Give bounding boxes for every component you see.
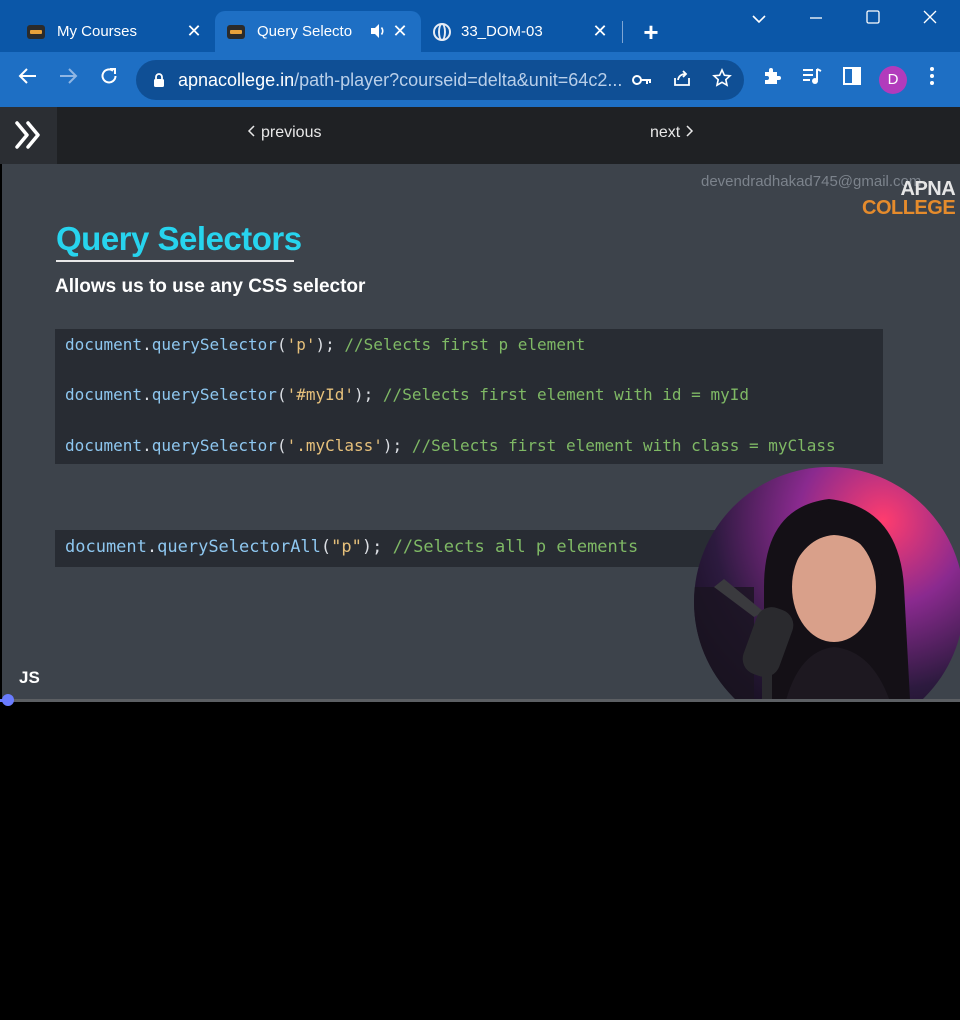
share-icon[interactable] — [670, 68, 694, 92]
close-tab-icon[interactable]: ✕ — [389, 20, 411, 42]
slide-title: Query Selectors — [56, 220, 302, 257]
lock-icon[interactable] — [153, 72, 165, 88]
next-button[interactable]: next — [650, 124, 694, 142]
tab-label: My Courses — [57, 23, 138, 40]
chevron-right-icon — [686, 125, 694, 137]
url-domain: apnacollege.in — [178, 70, 295, 90]
apna-college-favicon-icon — [227, 24, 245, 39]
profile-avatar[interactable]: D — [879, 66, 907, 94]
logo-line-2: COLLEGE — [862, 197, 956, 219]
slide-subtitle: Allows us to use any CSS selector — [55, 276, 366, 297]
url-text[interactable]: apnacollege.in/path-player?courseid=delt… — [178, 70, 622, 91]
speaker-icon[interactable] — [369, 21, 387, 41]
previous-button[interactable]: previous — [247, 124, 321, 142]
sidebar-toggle-button[interactable] — [0, 107, 57, 164]
side-panel-icon[interactable] — [838, 66, 866, 94]
forward-arrow-icon[interactable] — [54, 66, 82, 94]
code-block-queryselector: document.querySelector('p'); //Selects f… — [55, 329, 883, 464]
chevron-left-icon — [247, 125, 255, 137]
extensions-puzzle-icon[interactable] — [758, 66, 786, 94]
password-key-icon[interactable] — [630, 68, 654, 92]
code-line: document.querySelector('.myClass'); //Se… — [65, 436, 836, 455]
video-player[interactable]: devendradhakad745@gmail.com APNA COLLEGE… — [2, 164, 960, 700]
code-line: document.querySelector('#myId'); //Selec… — [65, 385, 749, 404]
apna-college-favicon-icon — [27, 24, 45, 39]
back-arrow-icon[interactable] — [14, 66, 42, 94]
close-window-icon[interactable] — [915, 6, 945, 34]
media-playlist-icon[interactable] — [798, 66, 826, 94]
url-path: /path-player?courseid=delta&unit=64c2... — [294, 70, 623, 90]
address-bar[interactable]: apnacollege.in/path-player?courseid=delt… — [136, 60, 744, 100]
tab-label: 33_DOM-03 — [461, 23, 543, 40]
browser-tab-strip: My Courses ✕ Query Selector ✕ 33_DOM-03 … — [0, 0, 960, 52]
double-chevron-right-icon — [15, 121, 40, 149]
js-tag: JS — [19, 668, 40, 687]
video-progress-bar[interactable] — [0, 699, 960, 702]
course-player-nav: previous next — [0, 107, 960, 164]
maximize-icon[interactable] — [858, 6, 888, 34]
previous-label: previous — [261, 124, 322, 141]
bookmark-star-icon[interactable] — [710, 68, 734, 92]
code-block-queryselectorall: document.querySelectorAll("p"); //Select… — [55, 530, 715, 567]
code-line: document.querySelector('p'); //Selects f… — [65, 335, 586, 354]
tab-dom-03[interactable]: 33_DOM-03 ✕ — [421, 11, 621, 52]
tab-separator — [622, 21, 623, 43]
close-tab-icon[interactable]: ✕ — [589, 20, 611, 42]
globe-icon — [433, 22, 451, 41]
new-tab-plus-icon[interactable]: + — [638, 18, 664, 46]
reload-icon[interactable] — [95, 66, 123, 94]
presenter-webcam — [694, 467, 960, 700]
close-tab-icon[interactable]: ✕ — [183, 20, 205, 42]
kebab-menu-icon[interactable] — [918, 66, 946, 94]
next-label: next — [650, 124, 681, 141]
apna-college-logo: APNA COLLEGE — [862, 179, 956, 219]
video-scrubber-handle[interactable] — [2, 694, 14, 706]
tab-query-selector[interactable]: Query Selector ✕ — [215, 11, 421, 52]
tab-label: Query Selector — [257, 23, 353, 40]
tab-my-courses[interactable]: My Courses ✕ — [15, 11, 215, 52]
minimize-icon[interactable] — [801, 6, 831, 34]
tab-search-chevron-icon[interactable] — [744, 6, 774, 34]
title-underline — [56, 260, 294, 262]
code-line: document.querySelectorAll("p"); //Select… — [65, 537, 639, 557]
browser-toolbar: apnacollege.in/path-player?courseid=delt… — [0, 52, 960, 107]
